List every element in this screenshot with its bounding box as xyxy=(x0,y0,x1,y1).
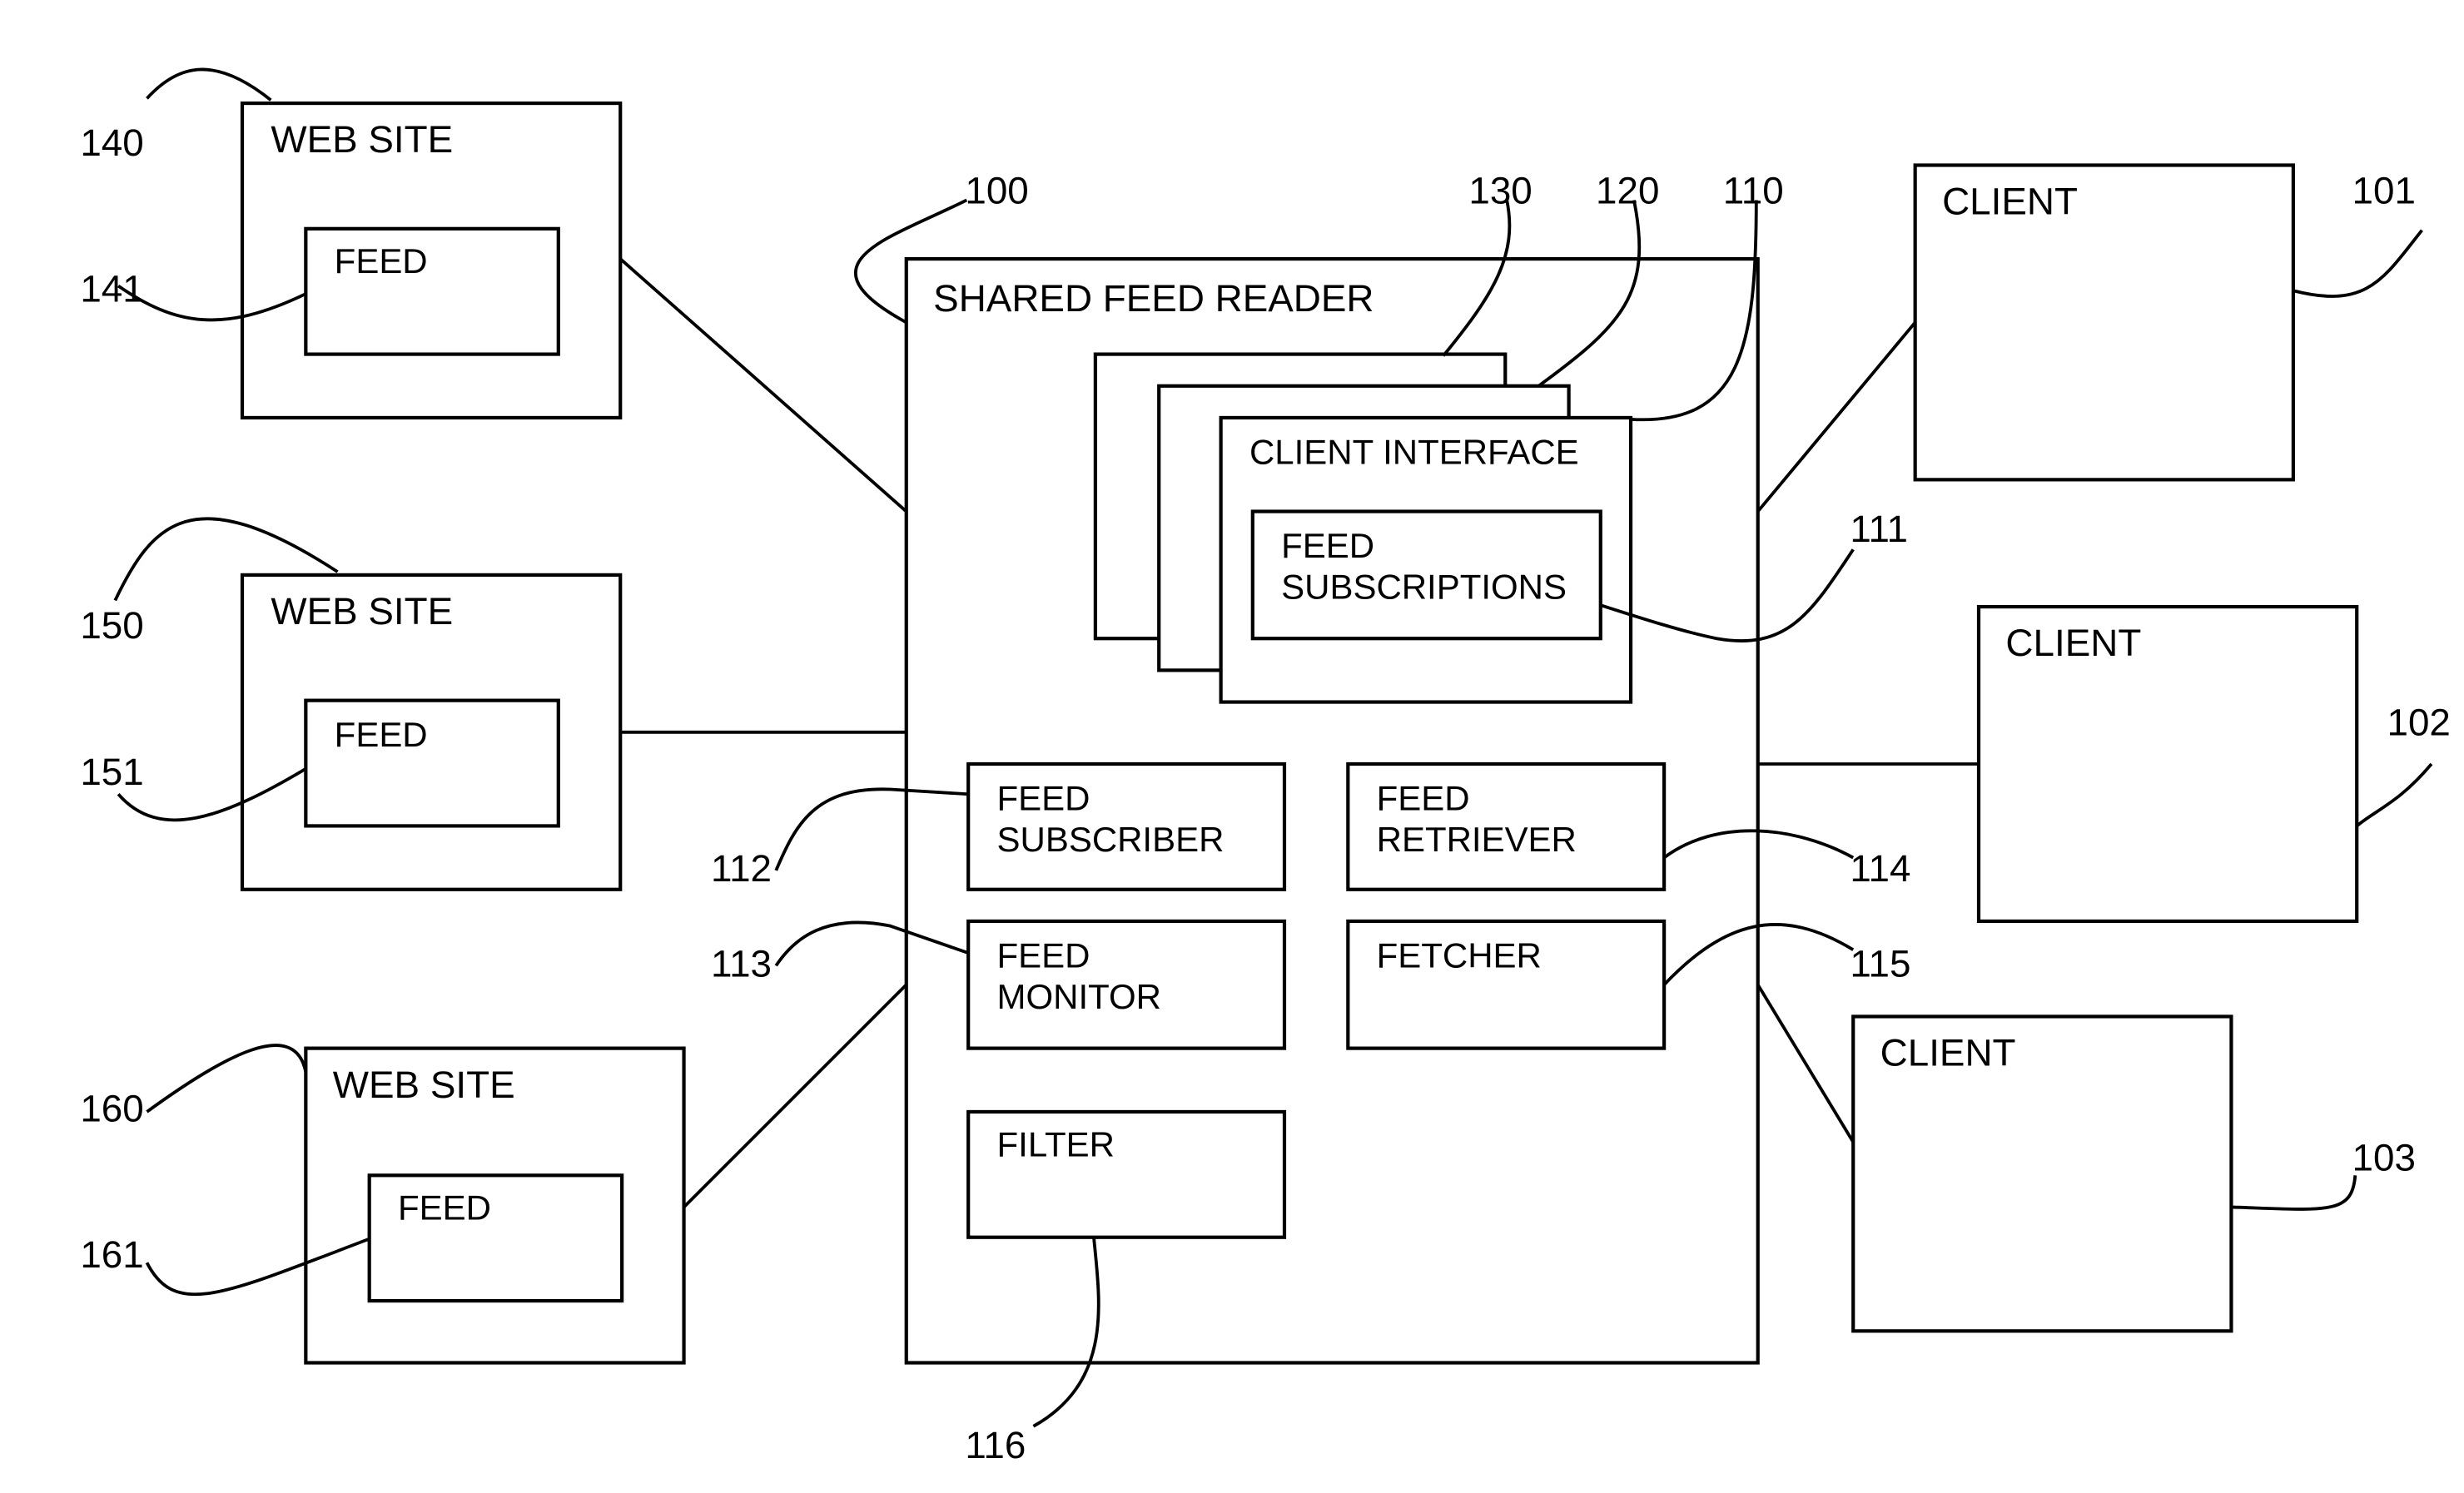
client-label: CLIENT xyxy=(1942,181,2078,223)
ref-114: 114 xyxy=(1850,847,1910,890)
feed-retriever-line2: RETRIEVER xyxy=(1377,820,1577,859)
ref-110: 110 xyxy=(1723,169,1784,211)
client-101: CLIENT xyxy=(1913,163,2295,482)
shared-feed-reader: SHARED FEED READER CLIENT INTERFACE FEED… xyxy=(904,256,1760,1365)
ref-111: 111 xyxy=(1850,508,1908,550)
client-label: CLIENT xyxy=(2005,622,2141,664)
web-site-150: WEB SITE FEED xyxy=(240,573,623,891)
web-site-label: WEB SITE xyxy=(271,590,453,632)
client-label: CLIENT xyxy=(1880,1032,2016,1074)
feed-subscriptions-line1: FEED xyxy=(1281,526,1374,565)
feed-label: FEED xyxy=(335,241,428,280)
connector-160-reader xyxy=(683,983,908,1208)
client-interface-label: CLIENT INTERFACE xyxy=(1249,432,1579,471)
leader-160 xyxy=(146,1044,308,1114)
ref-102: 102 xyxy=(2387,702,2450,744)
leader-101 xyxy=(2293,229,2423,298)
feed-subscriptions-line2: SUBSCRIPTIONS xyxy=(1281,568,1567,607)
leader-140 xyxy=(146,67,272,102)
leader-103 xyxy=(2231,1175,2357,1211)
feed-subscriber-line2: SUBSCRIBER xyxy=(997,820,1225,859)
feed-monitor-line2: MONITOR xyxy=(997,977,1161,1016)
ref-103: 103 xyxy=(2352,1137,2415,1179)
ref-161: 161 xyxy=(80,1233,143,1276)
feed-monitor-line1: FEED xyxy=(997,935,1090,975)
leader-102 xyxy=(2356,762,2433,827)
connector-140-reader xyxy=(618,257,908,513)
ref-130: 130 xyxy=(1468,169,1532,211)
feed-reader-diagram: WEB SITE FEED 140 141 WEB SITE FEED 150 … xyxy=(80,67,2451,1466)
feed-label: FEED xyxy=(398,1188,491,1228)
feed-subscriber-line1: FEED xyxy=(997,778,1090,817)
web-site-160: WEB SITE FEED xyxy=(304,1046,686,1365)
feed-label: FEED xyxy=(335,715,428,754)
ref-112: 112 xyxy=(711,847,772,890)
ref-101: 101 xyxy=(2352,169,2415,211)
ref-141: 141 xyxy=(80,268,143,310)
feed-retriever-line1: FEED xyxy=(1377,778,1470,817)
client-103: CLIENT xyxy=(1851,1014,2233,1333)
web-site-label: WEB SITE xyxy=(271,118,453,161)
ref-116: 116 xyxy=(965,1424,1026,1466)
ref-160: 160 xyxy=(80,1087,143,1129)
ref-113: 113 xyxy=(711,943,772,985)
connector-reader-103 xyxy=(1756,984,1855,1143)
ref-120: 120 xyxy=(1596,169,1659,211)
filter-label: FILTER xyxy=(997,1124,1115,1163)
ref-100: 100 xyxy=(965,169,1028,211)
web-site-140: WEB SITE FEED xyxy=(240,101,623,420)
ref-140: 140 xyxy=(80,122,143,164)
web-site-label: WEB SITE xyxy=(333,1064,515,1106)
ref-151: 151 xyxy=(80,751,143,793)
connector-reader-101 xyxy=(1756,321,1917,513)
shared-feed-reader-title: SHARED FEED READER xyxy=(933,277,1374,320)
fetcher-label: FETCHER xyxy=(1377,935,1542,975)
ref-150: 150 xyxy=(80,604,143,647)
client-102: CLIENT xyxy=(1976,604,2359,924)
ref-115: 115 xyxy=(1850,943,1910,985)
